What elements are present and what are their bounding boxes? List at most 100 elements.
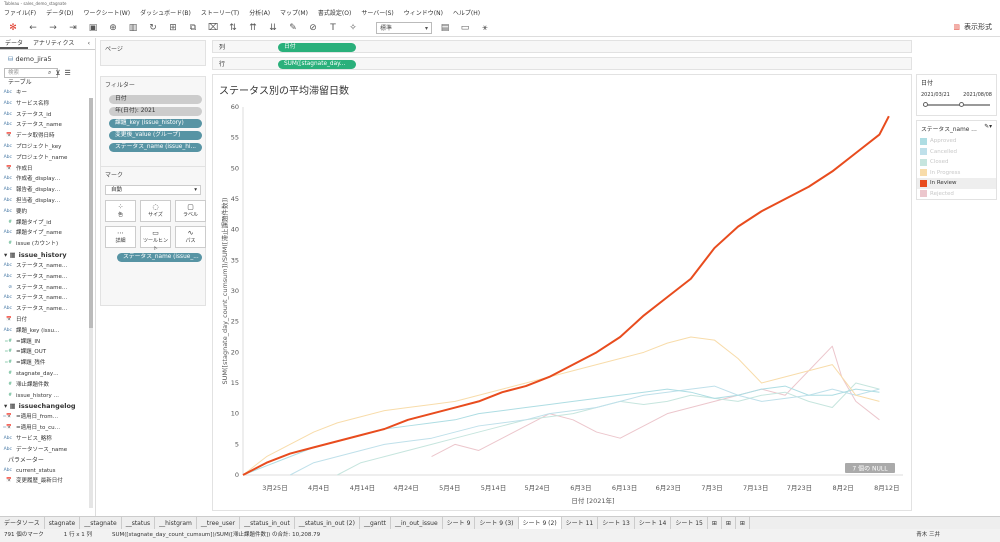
field-item[interactable]: =# =課題_残件 bbox=[0, 358, 95, 369]
legend-menu-icon[interactable]: ✎▾ bbox=[984, 124, 992, 133]
date-from[interactable]: 2021/03/21 bbox=[921, 92, 950, 98]
sheet-tab[interactable]: シート 11 bbox=[562, 517, 599, 529]
field-item[interactable]: Abc サービス_略称 bbox=[0, 434, 95, 445]
legend-item[interactable]: Closed bbox=[917, 157, 996, 168]
new-sheet-icon[interactable]: ⊞ bbox=[708, 517, 722, 529]
date-to[interactable]: 2021/08/08 bbox=[963, 92, 992, 98]
field-item[interactable]: Abc ステータス_name… bbox=[0, 272, 95, 283]
field-item[interactable]: Abc ステータス_id bbox=[0, 110, 95, 121]
field-item[interactable]: Abc ステータス_name… bbox=[0, 304, 95, 315]
table-group-issuechangelog[interactable]: ▾ ▦ issuechangelog bbox=[0, 401, 95, 412]
datasource-name[interactable]: ⛁ demo_jira5 bbox=[0, 50, 95, 64]
menu-item[interactable]: サーバー(S) bbox=[361, 8, 393, 19]
field-item[interactable]: # 滞止課題件数 bbox=[0, 380, 95, 391]
legend-item[interactable]: Cancelled bbox=[917, 147, 996, 158]
marks-button[interactable]: ∿ パス bbox=[175, 226, 206, 248]
field-item[interactable]: Abc ステータス_name… bbox=[0, 261, 95, 272]
menu-item[interactable]: ワークシート(W) bbox=[83, 8, 130, 19]
mark-type-dropdown[interactable]: 自動 bbox=[105, 185, 201, 195]
save-icon[interactable]: ▣ bbox=[86, 23, 100, 33]
menu-item[interactable]: ウィンドウ(N) bbox=[404, 8, 443, 19]
field-item[interactable]: # issue_history … bbox=[0, 391, 95, 402]
highlight-icon[interactable]: ✎ bbox=[286, 23, 300, 33]
fit-dropdown[interactable]: 標準 bbox=[376, 21, 432, 34]
field-item[interactable]: Abc 要約 bbox=[0, 207, 95, 218]
pin-icon[interactable]: ✧ bbox=[346, 23, 360, 33]
menu-item[interactable]: マップ(M) bbox=[280, 8, 308, 19]
columns-pill[interactable]: 日付 bbox=[278, 43, 356, 52]
view-options-icon[interactable]: ☰ bbox=[65, 69, 71, 77]
field-item[interactable]: Abc プロジェクト_name bbox=[0, 153, 95, 164]
filter-pill[interactable]: 年(日付): 2021 bbox=[109, 107, 202, 116]
field-item[interactable]: 📅 日付 bbox=[0, 315, 95, 326]
sheet-tab[interactable]: __status_in_out (2) bbox=[295, 517, 360, 529]
marks-button[interactable]: ▢ ラベル bbox=[175, 200, 206, 222]
legend-item[interactable]: Rejected bbox=[917, 189, 996, 200]
field-item[interactable]: Abc 課題タイプ_name bbox=[0, 228, 95, 239]
field-item[interactable]: Abc データソース_name bbox=[0, 445, 95, 456]
field-item[interactable]: ⊘ ステータス_name… bbox=[0, 283, 95, 294]
label-icon[interactable]: T bbox=[326, 23, 340, 33]
switch-icon[interactable]: ⇥ bbox=[66, 23, 80, 33]
sheet-tab[interactable]: __status_in_out bbox=[240, 517, 295, 529]
rows-pill[interactable]: SUM([stagnate_day... bbox=[278, 60, 356, 69]
group-icon[interactable]: ⊘ bbox=[306, 23, 320, 33]
pause-icon[interactable]: ▥ bbox=[126, 23, 140, 33]
legend-item[interactable]: In Progress bbox=[917, 168, 996, 179]
sheet-tab[interactable]: シート 9 bbox=[443, 517, 476, 529]
cards-icon[interactable]: ▤ bbox=[438, 23, 452, 33]
field-item[interactable]: # 課題タイプ_id bbox=[0, 218, 95, 229]
field-item[interactable]: Abc 作成者_display… bbox=[0, 174, 95, 185]
sheet-tab[interactable]: シート 13 bbox=[598, 517, 635, 529]
field-item[interactable]: =# =課題_IN bbox=[0, 337, 95, 348]
menu-item[interactable]: ヘルプ(H) bbox=[453, 8, 480, 19]
sheet-tab[interactable]: __status bbox=[122, 517, 156, 529]
field-item[interactable]: Abc キー bbox=[0, 88, 95, 99]
filter-pill[interactable]: ステータス_name (issue_hi... bbox=[109, 143, 202, 152]
menu-item[interactable]: 書式設定(O) bbox=[318, 8, 351, 19]
field-item[interactable]: Abc 課題_key (issu… bbox=[0, 326, 95, 337]
field-item[interactable]: 📅 データ取得日時 bbox=[0, 131, 95, 142]
field-item[interactable]: Abc current_status bbox=[0, 466, 95, 477]
legend-item[interactable]: Approved bbox=[917, 136, 996, 147]
duplicate-icon[interactable]: ⧉ bbox=[186, 23, 200, 33]
forward-icon[interactable]: → bbox=[46, 23, 60, 33]
show-me-button[interactable]: ▥ 表示形式 bbox=[953, 22, 992, 32]
table-group-issue-history[interactable]: ▾ ▦ issue_history bbox=[0, 250, 95, 261]
field-item[interactable]: Abc ステータス_name… bbox=[0, 293, 95, 304]
filter-pill[interactable]: 日付 bbox=[109, 95, 202, 104]
field-item[interactable]: # issue (カウント) bbox=[0, 239, 95, 250]
legend-item[interactable]: In Review bbox=[917, 178, 996, 189]
refresh-icon[interactable]: ↻ bbox=[146, 23, 160, 33]
field-item[interactable]: Abc ステータス_name bbox=[0, 120, 95, 131]
sheet-tab[interactable]: シート 15 bbox=[671, 517, 708, 529]
color-pill[interactable]: ステータス_name (issue_... bbox=[117, 253, 202, 262]
swap-icon[interactable]: ⇅ bbox=[226, 23, 240, 33]
sheet-tab[interactable]: __tree_user bbox=[197, 517, 241, 529]
filter-pill[interactable]: 変更後_value (グループ) bbox=[109, 131, 202, 140]
line-chart[interactable]: 0 5 10 15 20 25 30 35 40 45 50 55 60 3月25日 4月4日 4月14日 4月… bbox=[213, 75, 911, 510]
add-datasource-icon[interactable]: ⊕ bbox=[106, 23, 120, 33]
menu-item[interactable]: ダッシュボード(B) bbox=[140, 8, 191, 19]
new-story-icon[interactable]: ⊞ bbox=[736, 517, 750, 529]
field-item[interactable]: =📅 =適用日_to_cu… bbox=[0, 423, 95, 434]
marks-button[interactable]: ⋯ 詳細 bbox=[105, 226, 136, 248]
data-pane-scrollbar[interactable] bbox=[89, 98, 93, 508]
new-sheet-icon[interactable]: ⊞ bbox=[166, 23, 180, 33]
sheet-tab[interactable]: __gantt bbox=[360, 517, 391, 529]
field-item[interactable]: Abc サービス名称 bbox=[0, 99, 95, 110]
sheet-tab[interactable]: __stagnate bbox=[80, 517, 122, 529]
chart-view[interactable]: ステータス別の平均滞留日数 0 5 10 15 20 25 30 35 40 45 50 55 60 3月… bbox=[212, 74, 912, 511]
field-item[interactable]: Abc 報告者_display… bbox=[0, 185, 95, 196]
sheet-tab[interactable]: シート 14 bbox=[635, 517, 672, 529]
sheet-tab[interactable]: __histgram bbox=[155, 517, 197, 529]
new-dashboard-icon[interactable]: ⊞ bbox=[722, 517, 736, 529]
tab-analytics[interactable]: アナリティクス bbox=[28, 38, 79, 49]
presentation-icon[interactable]: ▭ bbox=[458, 23, 472, 33]
field-item[interactable]: =# =課題_OUT bbox=[0, 347, 95, 358]
tableau-logo-icon[interactable]: ✻ bbox=[6, 23, 20, 33]
filter-pill[interactable]: 課題_key (issue_history) bbox=[109, 119, 202, 128]
menu-item[interactable]: ファイル(F) bbox=[4, 8, 36, 19]
sheet-tab[interactable]: __in_out_issue bbox=[391, 517, 443, 529]
field-item[interactable]: # stagnate_day… bbox=[0, 369, 95, 380]
